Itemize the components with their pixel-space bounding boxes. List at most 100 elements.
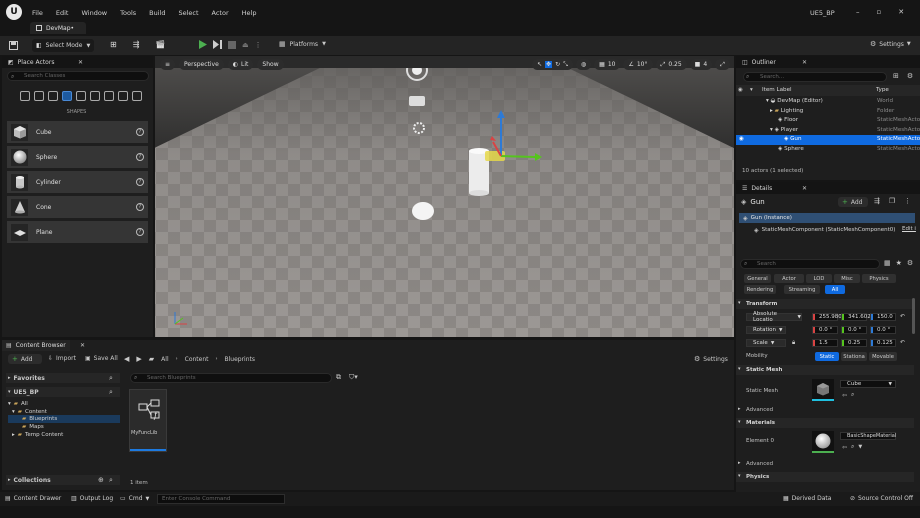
advanced-toggle[interactable]: Advanced — [736, 405, 914, 415]
category-recent-icon[interactable] — [20, 91, 30, 101]
asset-myfunclib[interactable]: f — [129, 389, 167, 452]
eye-icon[interactable]: ◉ — [739, 136, 744, 142]
add-component-button[interactable]: + Add — [838, 197, 868, 207]
component-row[interactable]: ◈ StaticMeshComponent (StaticMeshCompone… — [754, 225, 914, 235]
blueprint-icon[interactable]: ⇶ — [874, 197, 880, 205]
details-search-input[interactable]: Search — [740, 259, 880, 269]
physics-section[interactable]: Physics — [736, 472, 914, 482]
add-collection-icon[interactable]: ⊕ — [98, 476, 104, 484]
level-tab[interactable]: DevMap• — [30, 22, 86, 34]
arrow-left-icon[interactable]: ⇦ — [842, 392, 847, 399]
search-icon[interactable]: ⌕ — [109, 374, 113, 383]
shape-item-cylinder[interactable]: Cylinder ? — [7, 171, 148, 193]
viewport-menu-button[interactable]: ≡ — [160, 59, 176, 70]
details-scrollbar[interactable] — [912, 298, 915, 334]
save-icon[interactable] — [9, 41, 18, 50]
material-thumbnail[interactable] — [812, 431, 834, 453]
category-extra-icon[interactable] — [132, 91, 142, 101]
lock-icon[interactable]: 🔒︎ — [792, 339, 795, 347]
tree-folder-blueprints[interactable]: ▰ Blueprints — [8, 415, 120, 424]
help-icon[interactable]: ? — [136, 128, 144, 136]
shape-item-cone[interactable]: Cone ? — [7, 196, 148, 218]
shape-item-plane[interactable]: Plane ? — [7, 221, 148, 243]
outliner-row-floor[interactable]: ◈ Floor StaticMeshActor — [736, 116, 920, 126]
level-viewport[interactable] — [155, 56, 734, 337]
arrow-left-icon[interactable]: ⇦ — [842, 444, 847, 451]
shape-item-cube[interactable]: Cube ? — [7, 121, 148, 143]
shape-item-sphere[interactable]: Sphere ? — [7, 146, 148, 168]
static-mesh-dropdown[interactable]: Cube ▼ — [840, 380, 896, 388]
menu-help[interactable]: Help — [242, 9, 257, 17]
step-icon[interactable] — [213, 40, 222, 49]
search-icon[interactable]: ⌕ — [109, 388, 113, 397]
transform-tools[interactable]: ↖ ✥ ↻ ⤡ — [532, 59, 573, 70]
import-button[interactable]: ⇩ Import — [48, 355, 76, 362]
grid-view-icon[interactable]: ▦ — [884, 259, 891, 267]
browse-icon[interactable]: ⌕ — [851, 391, 854, 399]
content-settings-button[interactable]: ⚙ Settings — [694, 355, 728, 363]
close-icon[interactable]: ✕ — [78, 59, 83, 66]
tab-misc[interactable]: Misc — [834, 274, 860, 283]
close-icon[interactable]: ✕ — [80, 342, 85, 349]
static-mesh-section[interactable]: Static Mesh — [736, 365, 914, 375]
rotation-y-field[interactable]: 0.0 ° — [841, 326, 867, 334]
rotation-x-field[interactable]: 0.0 ° — [812, 326, 838, 334]
source-control-button[interactable]: ⊘ Source Control Off — [850, 495, 913, 502]
outliner-row-devmap[interactable]: ▾ ◒ DevMap (Editor) World — [736, 97, 920, 107]
gear-icon[interactable]: ⚙ — [907, 72, 913, 80]
menu-build[interactable]: Build — [149, 9, 165, 17]
tree-folder-all[interactable]: ▾ ▰ All — [8, 400, 120, 408]
filter-icon[interactable]: ⛉▾ — [349, 373, 358, 382]
menu-tools[interactable]: Tools — [120, 9, 136, 17]
chevron-down-icon[interactable]: ▼ — [858, 444, 862, 450]
collections-section[interactable]: ▸ Collections ⊕ ⌕ — [6, 475, 120, 485]
add-button[interactable]: + Add — [8, 354, 42, 364]
outliner-row-lighting[interactable]: ▸ ▰ Lighting Folder — [736, 107, 920, 117]
rotation-mode-dropdown[interactable]: Rotation ▼ — [746, 326, 786, 334]
grid-snap-button[interactable]: ▦ 10 — [594, 59, 621, 70]
save-search-icon[interactable]: ⧉ — [336, 373, 341, 382]
outliner-search-input[interactable]: Search... — [743, 72, 887, 82]
lock-icon[interactable]: ▾ — [750, 87, 753, 93]
play-icon[interactable] — [198, 40, 207, 49]
maximize-viewport-icon[interactable]: ⤢ — [715, 59, 730, 70]
history-back-icon[interactable]: ◀ — [124, 355, 129, 363]
item-label-column[interactable]: Item Label — [762, 87, 792, 93]
tab-actor[interactable]: Actor — [774, 274, 804, 283]
derived-data-button[interactable]: ▦ Derived Data — [783, 495, 831, 502]
menu-file[interactable]: File — [32, 9, 43, 17]
mobility-movable[interactable]: Movable — [869, 352, 897, 361]
folder-icon[interactable]: ▰ — [149, 355, 154, 363]
cinematics-icon[interactable]: 🎬︎ — [155, 40, 165, 49]
breadcrumb-content[interactable]: Content — [185, 356, 209, 363]
tree-folder-temp-content[interactable]: ▸ ▰ Temp Content — [8, 431, 120, 439]
category-all-icon[interactable] — [118, 91, 128, 101]
help-icon[interactable]: ? — [136, 153, 144, 161]
eye-icon[interactable]: ◉ — [738, 87, 743, 93]
category-shapes-icon[interactable] — [62, 91, 72, 101]
add-actor-icon[interactable]: ⊞ — [110, 40, 117, 49]
tab-rendering[interactable]: Rendering — [744, 285, 776, 294]
breadcrumb-blueprints[interactable]: Blueprints — [225, 356, 256, 363]
content-drawer-button[interactable]: ▤ Content Drawer — [5, 495, 61, 502]
history-forward-icon[interactable]: ▶ — [136, 355, 141, 363]
category-cinematic-icon[interactable] — [76, 91, 86, 101]
category-basic-icon[interactable] — [34, 91, 44, 101]
close-icon[interactable]: ✕ — [802, 185, 807, 192]
outliner-row-player[interactable]: ▾ ◈ Player StaticMeshActor — [736, 126, 920, 136]
mobility-static[interactable]: Static — [815, 352, 839, 361]
tab-all[interactable]: All — [825, 285, 845, 294]
scale-x-field[interactable]: 1.5 — [812, 339, 838, 347]
copy-icon[interactable]: ❐ — [889, 197, 895, 205]
restore-icon[interactable]: ▫ — [877, 8, 882, 16]
menu-actor[interactable]: Actor — [212, 9, 229, 17]
console-command-input[interactable]: Enter Console Command — [157, 494, 285, 504]
close-icon[interactable]: ✕ — [898, 8, 904, 16]
select-mode-dropdown[interactable]: ◧ Select Mode ▼ — [32, 39, 94, 52]
tab-streaming[interactable]: Streaming — [784, 285, 820, 294]
browse-icon[interactable]: ⌕ — [851, 443, 854, 451]
reset-icon[interactable]: ↶ — [900, 339, 905, 346]
edit-component-link[interactable]: Edit i — [902, 226, 916, 232]
eject-icon[interactable]: ⏏ — [242, 41, 249, 49]
close-icon[interactable]: ✕ — [802, 59, 807, 66]
